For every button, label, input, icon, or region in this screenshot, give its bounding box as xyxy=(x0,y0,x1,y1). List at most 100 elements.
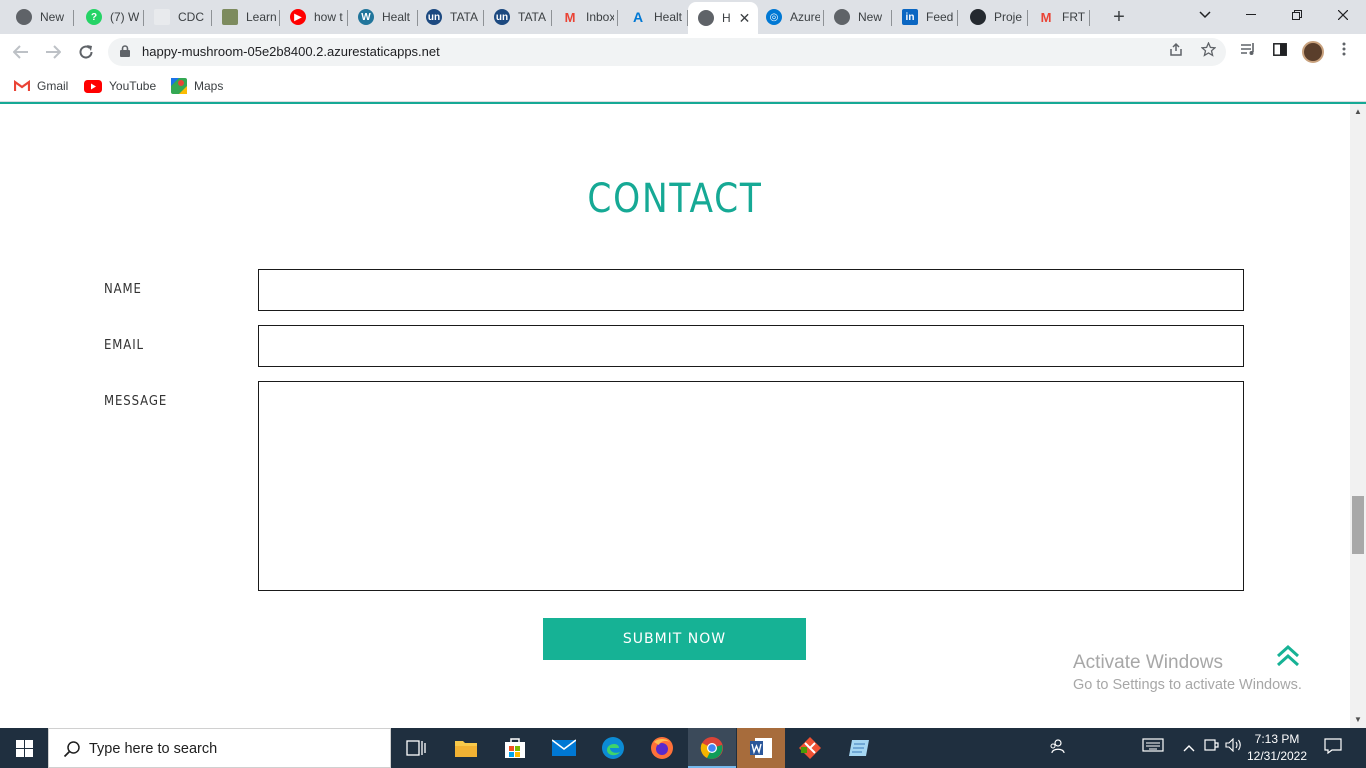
firefox-button[interactable] xyxy=(638,728,686,768)
name-input[interactable] xyxy=(258,269,1244,311)
tab-search-button[interactable] xyxy=(1182,0,1228,30)
tab-label: New xyxy=(858,10,883,24)
chevron-down-icon xyxy=(1199,11,1211,19)
tab-label: CDC xyxy=(178,10,204,24)
tab-label: Inbox xyxy=(586,10,614,24)
linkedin-icon: in xyxy=(902,9,918,25)
store-icon xyxy=(505,738,525,758)
minimize-icon xyxy=(1246,14,1256,15)
more-menu-icon[interactable] xyxy=(1334,42,1354,62)
azure-static-icon: ◎ xyxy=(766,9,782,25)
youtube-icon: ▶ xyxy=(290,9,306,25)
bookmark-maps[interactable]: Maps xyxy=(171,76,223,96)
tab-13[interactable]: in Feed xyxy=(892,2,958,32)
media-queue-icon[interactable] xyxy=(1238,42,1258,62)
bookmark-gmail[interactable]: Gmail xyxy=(14,76,68,96)
volume-icon[interactable] xyxy=(1224,737,1244,758)
tab-3[interactable]: Learn xyxy=(212,2,280,32)
scroll-down-arrow-icon[interactable]: ▼ xyxy=(1350,712,1366,728)
tab-5[interactable]: W Healt xyxy=(348,2,418,32)
learn-icon xyxy=(222,9,238,25)
tab-2[interactable]: CDC xyxy=(144,2,212,32)
tab-12[interactable]: New xyxy=(824,2,892,32)
git-gui-button[interactable] xyxy=(786,728,834,768)
notifications-icon[interactable] xyxy=(1322,738,1344,758)
wordpress-icon: W xyxy=(358,9,374,25)
tab-9[interactable]: A Healt xyxy=(620,2,688,32)
page-scrollbar[interactable]: ▲ ▼ xyxy=(1350,104,1366,728)
activate-windows-subtitle: Go to Settings to activate Windows. xyxy=(1073,677,1302,693)
tab-14[interactable]: Proje xyxy=(960,2,1028,32)
scroll-to-top-icon[interactable] xyxy=(1276,644,1300,668)
mail-button[interactable] xyxy=(540,728,588,768)
browser-toolbar: happy-mushroom-05e2b8400.2.azurestaticap… xyxy=(0,34,1366,70)
close-window-button[interactable] xyxy=(1320,0,1366,30)
browser-tab-strip: New? (7) W CDC Learn ▶ how t W Healt un TATA un TAT… xyxy=(0,0,1366,34)
reload-button[interactable] xyxy=(73,39,99,65)
bookmark-youtube[interactable]: YouTube xyxy=(84,76,156,96)
gmail-icon xyxy=(14,80,30,91)
clock-date: 12/31/2022 xyxy=(1246,749,1308,763)
tab-8[interactable]: M Inbox xyxy=(552,2,618,32)
address-bar[interactable]: happy-mushroom-05e2b8400.2.azurestaticap… xyxy=(108,38,1226,66)
chrome-button[interactable] xyxy=(688,728,736,768)
tab-4[interactable]: ▶ how t xyxy=(280,2,348,32)
tab-label: Learn xyxy=(246,10,276,24)
keyboard-icon[interactable] xyxy=(1140,738,1166,758)
microsoft-store-button[interactable] xyxy=(491,728,539,768)
tab-7[interactable]: un TATA xyxy=(484,2,552,32)
start-button[interactable] xyxy=(0,728,48,768)
tab-label: FRT P xyxy=(1062,10,1086,24)
email-label: EMAIL xyxy=(104,338,144,353)
word-icon xyxy=(750,738,772,758)
tab-label: (7) W xyxy=(110,10,140,24)
task-view-icon xyxy=(406,740,426,756)
share-icon[interactable] xyxy=(1166,42,1186,62)
tab-11[interactable]: ◎ Azure xyxy=(756,2,824,32)
tab-label: how t xyxy=(314,10,343,24)
new-tab-button[interactable]: + xyxy=(1108,6,1130,28)
tab-15[interactable]: M FRT P xyxy=(1028,2,1090,32)
battery-icon[interactable] xyxy=(1202,738,1222,758)
clock-time: 7:13 PM xyxy=(1254,732,1300,746)
mail-icon xyxy=(552,739,576,756)
word-button[interactable] xyxy=(737,728,785,768)
gmail-icon: M xyxy=(1040,9,1052,25)
side-panel-icon[interactable] xyxy=(1270,42,1290,62)
tab-label: Proje xyxy=(994,10,1023,24)
search-placeholder: Type here to search xyxy=(89,741,218,757)
page-title: CONTACT xyxy=(587,176,763,222)
profile-avatar[interactable] xyxy=(1302,41,1324,63)
tab-10[interactable]: H ✕ xyxy=(688,2,758,34)
people-icon[interactable] xyxy=(1044,738,1070,758)
globe-icon xyxy=(698,10,714,26)
close-tab-icon[interactable]: ✕ xyxy=(739,10,751,27)
taskbar-search-box[interactable]: Type here to search xyxy=(48,728,391,768)
back-button[interactable] xyxy=(8,39,34,65)
message-textarea[interactable] xyxy=(258,381,1244,591)
minimize-button[interactable] xyxy=(1228,0,1274,30)
scrollbar-thumb[interactable] xyxy=(1352,496,1364,554)
tab-1[interactable]: ? (7) W xyxy=(76,2,144,32)
edge-button[interactable] xyxy=(589,728,637,768)
email-input[interactable] xyxy=(258,325,1244,367)
restore-button[interactable] xyxy=(1274,0,1320,30)
tab-0[interactable]: New xyxy=(6,2,74,32)
scroll-up-arrow-icon[interactable]: ▲ xyxy=(1350,104,1366,120)
tab-6[interactable]: un TATA xyxy=(416,2,484,32)
task-view-button[interactable] xyxy=(392,728,440,768)
taskbar-clock[interactable]: 7:13 PM 12/31/2022 xyxy=(1244,731,1310,765)
forward-button[interactable] xyxy=(40,39,66,65)
file-explorer-button[interactable] xyxy=(442,728,490,768)
tab-label: H xyxy=(722,11,731,25)
bookmarks-bar: Gmail YouTube Maps xyxy=(0,70,1366,102)
tray-expand-chevron-icon[interactable] xyxy=(1180,738,1198,758)
youtube-icon xyxy=(84,79,102,93)
submit-button[interactable]: SUBMIT NOW xyxy=(543,618,806,660)
tab-label: TATA xyxy=(518,10,546,24)
gmail-icon: M xyxy=(564,9,576,25)
notepad-button[interactable] xyxy=(835,728,883,768)
chrome-icon xyxy=(16,9,32,25)
bookmark-star-icon[interactable] xyxy=(1198,41,1218,62)
tab-separator xyxy=(617,10,618,26)
